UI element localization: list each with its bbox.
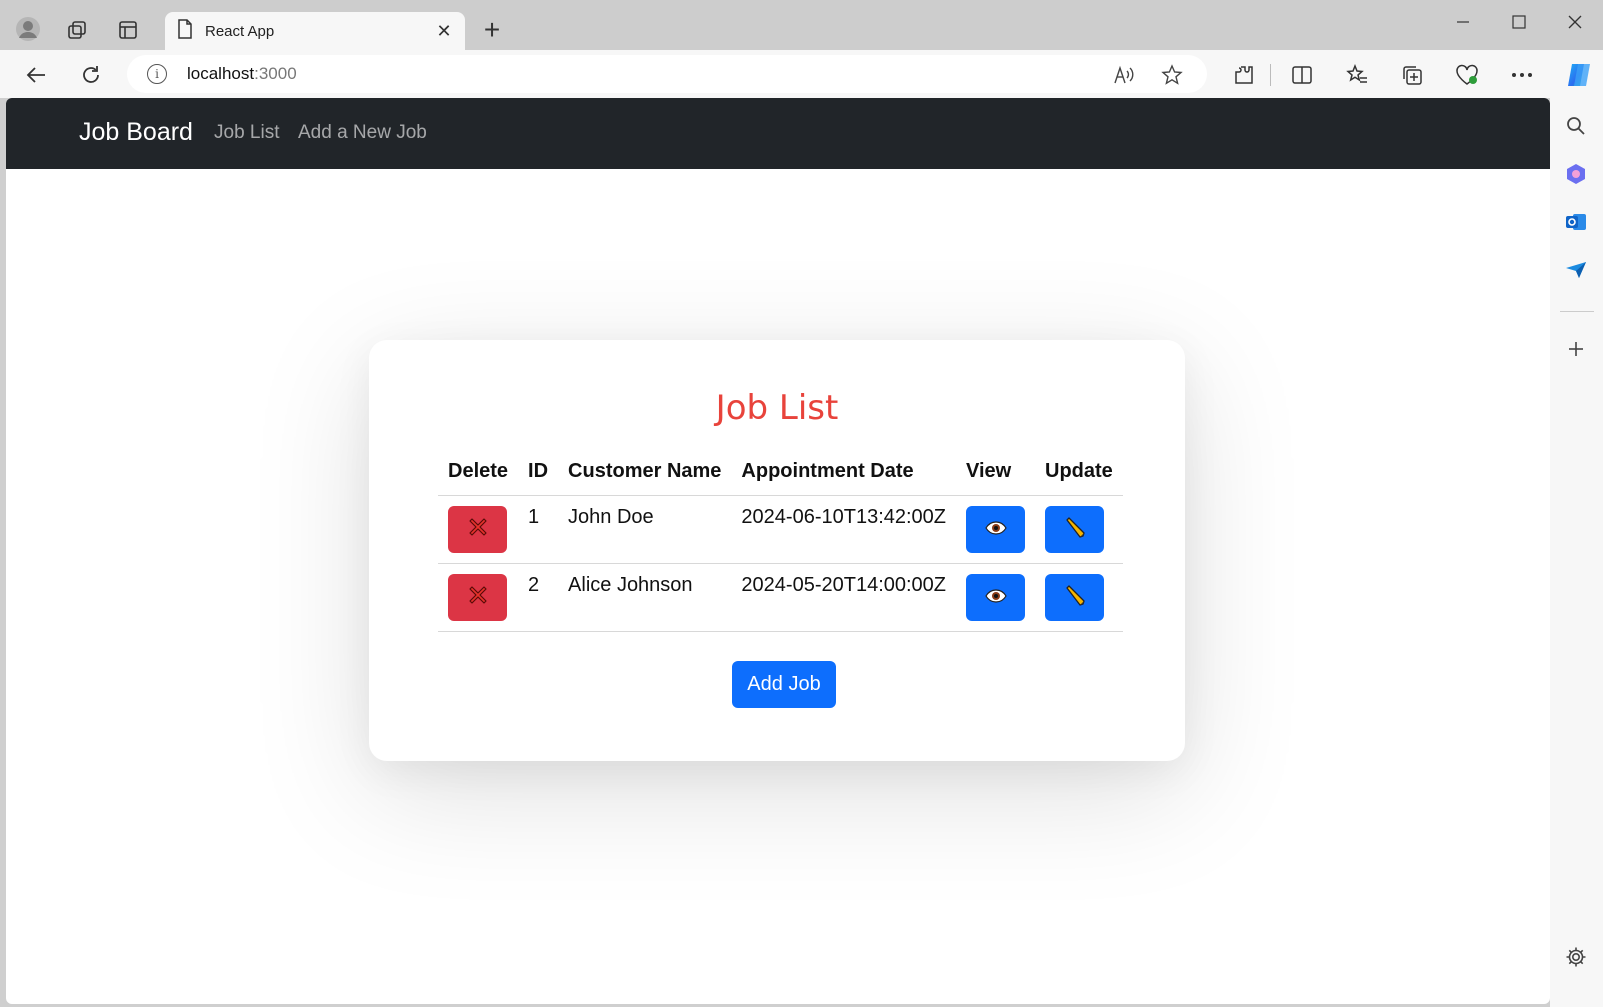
sidebar-divider [1560, 311, 1594, 312]
customer-name: John Doe [558, 495, 732, 564]
view-cell [956, 563, 1036, 632]
page-title: Job List [715, 388, 839, 428]
pencil-icon [1064, 584, 1086, 612]
column-header-appointment-date: Appointment Date [731, 450, 957, 496]
address-bar[interactable]: i localhost:3000 [127, 55, 1207, 93]
tab-actions-icon[interactable] [115, 17, 141, 43]
view-cell [956, 495, 1036, 564]
update-cell [1035, 495, 1123, 564]
nav-link-job-list[interactable]: Job List [214, 122, 279, 144]
settings-gear-icon[interactable] [1560, 941, 1592, 973]
search-icon[interactable] [1560, 110, 1592, 142]
browser-essentials-icon[interactable] [1453, 61, 1481, 89]
maximize-button[interactable] [1499, 8, 1539, 36]
appointment-date: 2024-05-20T14:00:00Z [731, 563, 957, 632]
copilot-sidebar-icon[interactable] [1560, 158, 1592, 190]
tab-react-app[interactable]: React App ✕ [165, 12, 465, 50]
close-tab-icon[interactable]: ✕ [435, 21, 453, 42]
delete-button[interactable] [448, 506, 507, 553]
drop-icon[interactable] [1560, 254, 1592, 286]
nav-link-add-job[interactable]: Add a New Job [298, 122, 427, 144]
browser-toolbar: i localhost:3000 [0, 50, 1603, 98]
table-row: 2 Alice Johnson 2024-05-20T14:00:00Z [438, 563, 1123, 632]
add-job-button[interactable]: Add Job [732, 661, 836, 708]
workspaces-icon[interactable] [64, 17, 90, 43]
job-id: 1 [518, 495, 559, 564]
view-button[interactable] [966, 574, 1026, 621]
update-cell [1035, 563, 1123, 632]
page-viewport: Job Board Job List Add a New Job Job Lis… [6, 98, 1550, 1004]
collections-icon[interactable] [1398, 61, 1426, 89]
job-list-card: Job List Delete ID Customer Name Appoint… [369, 340, 1185, 761]
appointment-date: 2024-06-10T13:42:00Z [731, 495, 957, 564]
browser-sidebar [1550, 98, 1603, 1007]
outlook-icon[interactable] [1560, 206, 1592, 238]
column-header-view: View [956, 450, 1036, 496]
plus-icon: + [483, 14, 501, 45]
eye-icon [984, 586, 1007, 609]
favorite-star-icon[interactable] [1160, 63, 1184, 87]
table-header-row: Delete ID Customer Name Appointment Date… [438, 450, 1123, 496]
more-options-icon[interactable] [1508, 61, 1536, 89]
eye-icon [984, 518, 1007, 541]
navbar-brand[interactable]: Job Board [79, 118, 193, 147]
tab-title: React App [205, 22, 275, 40]
delete-cell [438, 563, 519, 632]
jobs-table: Delete ID Customer Name Appointment Date… [438, 450, 1123, 632]
update-button[interactable] [1045, 506, 1105, 553]
copilot-icon[interactable] [1563, 59, 1595, 91]
refresh-button[interactable] [77, 61, 105, 89]
column-header-customer-name: Customer Name [558, 450, 732, 496]
site-info-icon[interactable]: i [147, 64, 167, 84]
job-id: 2 [518, 563, 559, 632]
toolbar-divider [1270, 64, 1271, 86]
column-header-delete: Delete [438, 450, 519, 496]
address-url[interactable]: localhost:3000 [187, 64, 297, 84]
read-aloud-icon[interactable] [1112, 63, 1136, 87]
top-navbar: Job Board Job List Add a New Job [6, 98, 1550, 169]
close-window-button[interactable] [1555, 8, 1595, 36]
url-port: :3000 [254, 64, 297, 83]
url-host: localhost [187, 64, 255, 83]
delete-button[interactable] [448, 574, 507, 621]
new-tab-button[interactable]: + [478, 14, 506, 45]
minimize-button[interactable] [1443, 8, 1483, 36]
update-button[interactable] [1045, 574, 1105, 621]
column-header-update: Update [1035, 450, 1123, 496]
back-button[interactable] [22, 61, 50, 89]
page-icon [177, 18, 193, 44]
column-header-id: ID [518, 450, 559, 496]
pencil-icon [1064, 516, 1086, 544]
customer-name: Alice Johnson [558, 563, 732, 632]
profile-icon[interactable] [14, 15, 42, 43]
extensions-icon[interactable] [1230, 61, 1258, 89]
split-screen-icon[interactable] [1288, 61, 1316, 89]
cross-mark-icon [467, 584, 489, 612]
delete-cell [438, 495, 519, 564]
table-row: 1 John Doe 2024-06-10T13:42:00Z [438, 495, 1123, 564]
browser-tab-bar: React App ✕ + [0, 0, 1603, 50]
favorites-icon[interactable] [1343, 61, 1371, 89]
add-sidebar-app-icon[interactable] [1560, 333, 1592, 365]
cross-mark-icon [467, 516, 489, 544]
view-button[interactable] [966, 506, 1026, 553]
